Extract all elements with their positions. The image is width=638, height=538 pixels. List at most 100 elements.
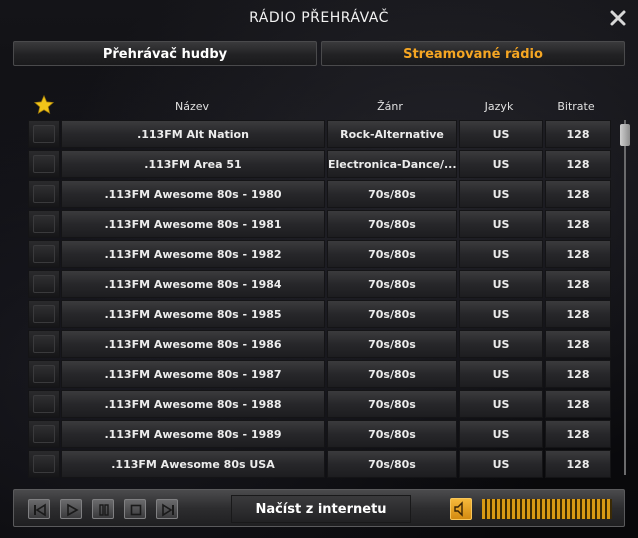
station-bitrate: 128: [545, 210, 611, 238]
volume-fill: [482, 499, 612, 519]
station-language: US: [459, 450, 543, 478]
favorite-checkbox[interactable]: [33, 335, 55, 353]
station-bitrate: 128: [545, 150, 611, 178]
favorite-toggle[interactable]: [28, 150, 60, 178]
station-bitrate: 128: [545, 420, 611, 448]
favorite-toggle[interactable]: [28, 300, 60, 328]
favorite-checkbox[interactable]: [33, 245, 55, 263]
favorite-checkbox[interactable]: [33, 185, 55, 203]
station-genre: 70s/80s: [327, 270, 457, 298]
star-icon[interactable]: [28, 94, 60, 119]
scroll-track: [624, 120, 626, 475]
skip-back-icon[interactable]: [28, 499, 50, 519]
station-genre: 70s/80s: [327, 390, 457, 418]
table-row[interactable]: .113FM Awesome 80s - 1982 70s/80s US 128: [28, 240, 612, 268]
station-name: .113FM Alt Nation: [61, 120, 325, 148]
table-row[interactable]: .113FM Awesome 80s - 1985 70s/80s US 128: [28, 300, 612, 328]
station-name: .113FM Awesome 80s - 1985: [61, 300, 325, 328]
favorite-checkbox[interactable]: [33, 275, 55, 293]
load-from-internet-button[interactable]: Načíst z internetu: [231, 495, 411, 523]
station-language: US: [459, 360, 543, 388]
station-name: .113FM Awesome 80s - 1984: [61, 270, 325, 298]
favorite-checkbox[interactable]: [33, 215, 55, 233]
favorite-toggle[interactable]: [28, 330, 60, 358]
playback-bar: Načíst z internetu: [13, 489, 625, 527]
favorite-toggle[interactable]: [28, 210, 60, 238]
station-bitrate: 128: [545, 300, 611, 328]
favorite-toggle[interactable]: [28, 120, 60, 148]
station-bitrate: 128: [545, 330, 611, 358]
station-language: US: [459, 270, 543, 298]
table-row[interactable]: .113FM Alt Nation Rock-Alternative US 128: [28, 120, 612, 148]
station-genre: 70s/80s: [327, 210, 457, 238]
table-row[interactable]: .113FM Area 51 Electronica-Dance/... US 128: [28, 150, 612, 178]
table-row[interactable]: .113FM Awesome 80s - 1988 70s/80s US 128: [28, 390, 612, 418]
table-row[interactable]: .113FM Awesome 80s - 1980 70s/80s US 128: [28, 180, 612, 208]
station-genre: 70s/80s: [327, 420, 457, 448]
station-name: .113FM Awesome 80s - 1980: [61, 180, 325, 208]
header-genre[interactable]: Žánr: [324, 100, 456, 113]
close-icon[interactable]: [608, 8, 628, 28]
favorite-checkbox[interactable]: [33, 395, 55, 413]
station-language: US: [459, 150, 543, 178]
favorite-checkbox[interactable]: [33, 455, 55, 473]
favorite-checkbox[interactable]: [33, 155, 55, 173]
station-genre: 70s/80s: [327, 180, 457, 208]
tab-bar: Přehrávač hudby Streamované rádio: [13, 41, 625, 66]
pause-icon[interactable]: [92, 499, 114, 519]
station-rows: .113FM Alt Nation Rock-Alternative US 128.1…: [28, 120, 612, 480]
window-title: RÁDIO PŘEHRÁVAČ: [249, 10, 389, 26]
favorite-toggle[interactable]: [28, 240, 60, 268]
play-icon[interactable]: [60, 499, 82, 519]
favorite-checkbox[interactable]: [33, 305, 55, 323]
scroll-thumb[interactable]: [620, 124, 630, 146]
station-bitrate: 128: [545, 450, 611, 478]
header-name[interactable]: Název: [60, 100, 324, 113]
station-bitrate: 128: [545, 360, 611, 388]
station-genre: 70s/80s: [327, 300, 457, 328]
skip-forward-icon[interactable]: [156, 499, 178, 519]
table-row[interactable]: .113FM Awesome 80s USA 70s/80s US 128: [28, 450, 612, 478]
tab-music-player[interactable]: Přehrávač hudby: [13, 41, 317, 66]
speaker-icon[interactable]: [450, 498, 472, 520]
tab-streamed-radio[interactable]: Streamované rádio: [321, 41, 625, 66]
station-name: .113FM Awesome 80s - 1989: [61, 420, 325, 448]
station-name: .113FM Awesome 80s - 1987: [61, 360, 325, 388]
stop-icon[interactable]: [124, 499, 146, 519]
station-name: .113FM Awesome 80s USA: [61, 450, 325, 478]
station-genre: 70s/80s: [327, 450, 457, 478]
table-row[interactable]: .113FM Awesome 80s - 1986 70s/80s US 128: [28, 330, 612, 358]
favorite-checkbox[interactable]: [33, 125, 55, 143]
table-row[interactable]: .113FM Awesome 80s - 1989 70s/80s US 128: [28, 420, 612, 448]
favorite-toggle[interactable]: [28, 450, 60, 478]
station-language: US: [459, 420, 543, 448]
favorite-checkbox[interactable]: [33, 425, 55, 443]
header-language[interactable]: Jazyk: [456, 100, 542, 113]
station-genre: 70s/80s: [327, 240, 457, 268]
favorite-toggle[interactable]: [28, 360, 60, 388]
station-genre: Electronica-Dance/...: [327, 150, 457, 178]
station-genre: Rock-Alternative: [327, 120, 457, 148]
station-bitrate: 128: [545, 120, 611, 148]
station-name: .113FM Awesome 80s - 1982: [61, 240, 325, 268]
favorite-toggle[interactable]: [28, 420, 60, 448]
table-row[interactable]: .113FM Awesome 80s - 1987 70s/80s US 128: [28, 360, 612, 388]
volume-slider[interactable]: [482, 499, 612, 519]
station-name: .113FM Awesome 80s - 1988: [61, 390, 325, 418]
favorite-toggle[interactable]: [28, 180, 60, 208]
station-language: US: [459, 300, 543, 328]
table-row[interactable]: .113FM Awesome 80s - 1984 70s/80s US 128: [28, 270, 612, 298]
favorite-toggle[interactable]: [28, 390, 60, 418]
radio-player-window: RÁDIO PŘEHRÁVAČ Přehrávač hudby Streamov…: [0, 0, 638, 538]
table-header: Název Žánr Jazyk Bitrate: [28, 94, 612, 118]
table-row[interactable]: .113FM Awesome 80s - 1981 70s/80s US 128: [28, 210, 612, 238]
station-bitrate: 128: [545, 180, 611, 208]
station-bitrate: 128: [545, 390, 611, 418]
station-name: .113FM Awesome 80s - 1986: [61, 330, 325, 358]
station-language: US: [459, 120, 543, 148]
station-language: US: [459, 240, 543, 268]
header-bitrate[interactable]: Bitrate: [542, 100, 610, 113]
favorite-checkbox[interactable]: [33, 365, 55, 383]
favorite-toggle[interactable]: [28, 270, 60, 298]
scrollbar[interactable]: [620, 120, 630, 475]
